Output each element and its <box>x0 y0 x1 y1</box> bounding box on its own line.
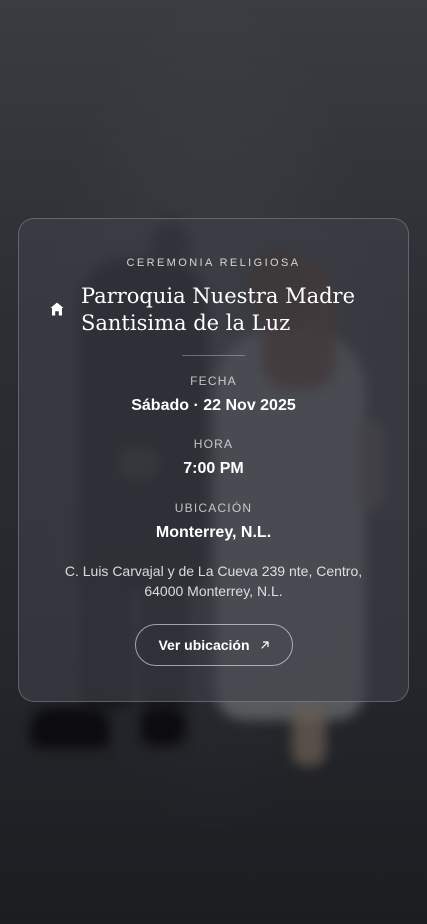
venue-name-line2: Santisima de la Luz <box>81 311 291 335</box>
time-label: HORA <box>193 437 234 451</box>
venue-name-line1: Parroquia Nuestra Madre <box>81 284 356 308</box>
view-location-label: Ver ubicación <box>158 637 250 653</box>
arrow-up-right-icon <box>260 641 269 649</box>
time-value: 7:00 PM <box>183 460 244 477</box>
groom-shoe-right <box>140 708 186 746</box>
view-location-button[interactable]: Ver ubicación <box>135 624 293 666</box>
address-line1: C. Luis Carvajal y de La Cueva 239 nte, … <box>64 563 363 579</box>
address-line2: 64000 Monterrey, N.L. <box>144 583 283 599</box>
bride-shoe <box>292 704 326 766</box>
home-icon <box>50 302 64 316</box>
location-label: UBICACIÓN <box>174 501 253 515</box>
date-value: Sábado · 22 Nov 2025 <box>131 397 296 414</box>
location-value: Monterrey, N.L. <box>155 524 272 541</box>
ceremony-card: CEREMONIA RELIGIOSA Parroquia Nuestra Ma… <box>18 218 409 702</box>
ceremony-type: CEREMONIA RELIGIOSA <box>126 257 301 269</box>
divider <box>182 355 245 356</box>
date-label: FECHA <box>190 374 237 388</box>
venue-name: Parroquia Nuestra Madre Santisima de la … <box>81 283 381 337</box>
groom-shoe-left <box>30 708 110 748</box>
address: C. Luis Carvajal y de La Cueva 239 nte, … <box>49 561 378 601</box>
